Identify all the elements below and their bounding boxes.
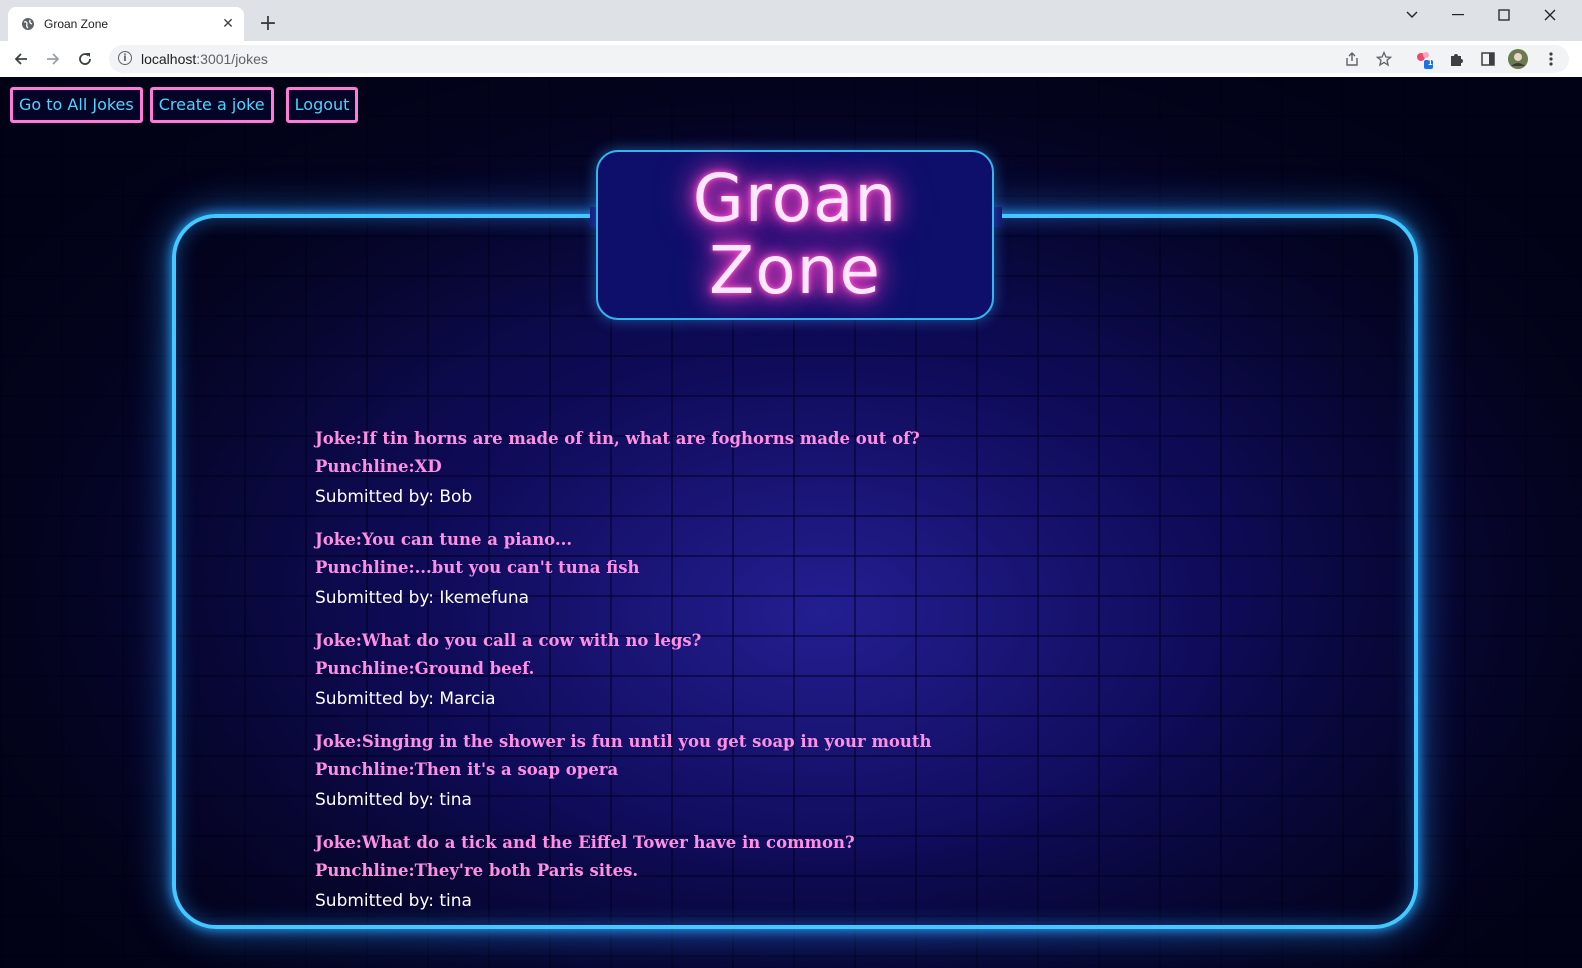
browser-toolbar: i localhost:3001/jokes 1	[0, 41, 1582, 78]
joke-question: Joke:Singing in the shower is fun until …	[315, 732, 932, 751]
page-viewport: Go to All Jokes Create a joke Logout Gro…	[0, 77, 1582, 968]
top-nav: Go to All Jokes Create a joke Logout	[10, 87, 359, 123]
browser-tab-strip: Groan Zone ✕ +	[0, 0, 1582, 41]
joke-punchline: Punchline:Ground beef.	[315, 659, 535, 678]
star-icon[interactable]	[1371, 46, 1397, 72]
close-icon[interactable]: ✕	[218, 14, 238, 34]
joke-submitter: Submitted by: Ikemefuna	[315, 588, 530, 608]
url-path: :3001/jokes	[196, 51, 268, 67]
joke-item: Joke:If tin horns are made of tin, what …	[315, 425, 1315, 513]
minimize-icon[interactable]	[1435, 0, 1481, 30]
joke-question: Joke:What do a tick and the Eiffel Tower…	[315, 833, 855, 852]
back-arrow-icon[interactable]	[8, 46, 34, 72]
kebab-menu-icon[interactable]	[1538, 46, 1564, 72]
joke-punchline: Punchline:They're both Paris sites.	[315, 861, 639, 880]
avatar[interactable]	[1505, 46, 1531, 72]
logo-line-1: Groan	[692, 160, 898, 237]
globe-icon	[21, 17, 35, 31]
url-text[interactable]: localhost:3001/jokes	[141, 51, 268, 67]
close-window-icon[interactable]	[1527, 0, 1573, 30]
share-icon[interactable]	[1339, 46, 1365, 72]
reload-icon[interactable]	[72, 46, 98, 72]
url-host: localhost	[141, 51, 197, 67]
joke-submitter: Submitted by: Bob	[315, 487, 473, 507]
joke-punchline: Punchline:...but you can't tuna fish	[315, 558, 640, 577]
puzzle-icon[interactable]	[1443, 46, 1469, 72]
all-jokes-link[interactable]: Go to All Jokes	[10, 87, 143, 123]
side-panel-icon[interactable]	[1475, 46, 1501, 72]
joke-question: Joke:If tin horns are made of tin, what …	[315, 429, 920, 448]
logo-line-2: Zone	[708, 232, 882, 309]
joke-item: Joke:You can tune a piano... Punchline:.…	[315, 526, 1315, 614]
joke-submitter: Submitted by: tina	[315, 790, 472, 810]
tab-title: Groan Zone	[44, 17, 109, 31]
joke-item: Joke:Singing in the shower is fun until …	[315, 728, 1315, 816]
logout-link[interactable]: Logout	[285, 87, 359, 123]
chevron-down-icon[interactable]	[1389, 0, 1435, 30]
joke-item: Joke:What do a tick and the Eiffel Tower…	[315, 829, 1315, 917]
extension-badge-icon[interactable]: 1	[1411, 46, 1437, 72]
extension-badge-count: 1	[1428, 58, 1433, 67]
joke-item: Joke:What do you call a cow with no legs…	[315, 627, 1315, 715]
joke-question: Joke:You can tune a piano...	[315, 530, 573, 549]
browser-tab[interactable]: Groan Zone ✕	[8, 7, 244, 41]
new-tab-button[interactable]: +	[256, 11, 280, 36]
joke-punchline: Punchline:Then it's a soap opera	[315, 760, 619, 779]
maximize-icon[interactable]	[1481, 0, 1527, 30]
joke-list: Joke:If tin horns are made of tin, what …	[315, 425, 1315, 930]
forward-arrow-icon[interactable]	[40, 46, 66, 72]
site-logo: Groan Zone	[596, 150, 994, 320]
joke-submitter: Submitted by: Marcia	[315, 689, 496, 709]
create-joke-link[interactable]: Create a joke	[149, 87, 274, 123]
joke-question: Joke:What do you call a cow with no legs…	[315, 631, 702, 650]
joke-submitter: Submitted by: tina	[315, 891, 472, 911]
info-icon[interactable]: i	[118, 51, 132, 65]
joke-punchline: Punchline:XD	[315, 457, 442, 476]
